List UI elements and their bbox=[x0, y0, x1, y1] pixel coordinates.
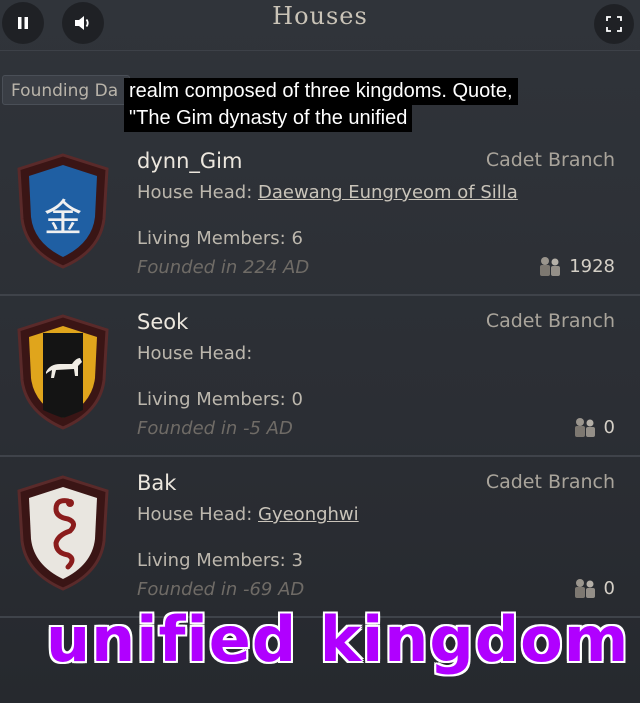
sort-dropdown[interactable]: Founding Da bbox=[2, 75, 130, 105]
living-members: Living Members: 3 bbox=[137, 550, 303, 571]
fullscreen-icon bbox=[606, 16, 622, 32]
living-members: Living Members: 0 bbox=[137, 389, 303, 410]
house-head-link[interactable]: Daewang Eungryeom of Silla bbox=[258, 182, 518, 203]
founded-date: Founded in -69 AD bbox=[137, 579, 305, 600]
caption-line-1: realm composed of three kingdoms. Quote, bbox=[124, 78, 518, 105]
house-name: Seok bbox=[137, 310, 189, 334]
house-row-gim[interactable]: 金 dynn_Gim Cadet Branch House Head: Daew… bbox=[0, 145, 640, 305]
founded-date: Founded in 224 AD bbox=[137, 257, 310, 278]
crest-gim-icon[interactable]: 金 bbox=[12, 151, 114, 271]
house-name: Bak bbox=[137, 471, 177, 495]
member-count-value: 1928 bbox=[569, 255, 615, 277]
member-count-value: 0 bbox=[603, 416, 615, 438]
house-head-label: House Head: bbox=[137, 504, 253, 525]
people-icon bbox=[574, 579, 595, 598]
row-divider bbox=[0, 455, 640, 457]
house-head: House Head: Daewang Eungryeom of Silla bbox=[137, 182, 518, 203]
member-count: 0 bbox=[572, 577, 615, 599]
video-caption: realm composed of three kingdoms. Quote,… bbox=[124, 78, 518, 132]
house-name: dynn_Gim bbox=[137, 149, 243, 173]
house-head-label: House Head: bbox=[137, 343, 253, 364]
branch-label: Cadet Branch bbox=[485, 471, 615, 493]
house-head: House Head: bbox=[137, 343, 252, 364]
living-members: Living Members: 6 bbox=[137, 228, 303, 249]
caption-line-2: "The Gim dynasty of the unified bbox=[124, 105, 413, 132]
house-row-seok[interactable]: Seok Cadet Branch House Head: Living Mem… bbox=[0, 306, 640, 466]
crest-bak-icon[interactable] bbox=[12, 473, 114, 593]
house-head-label: House Head: bbox=[137, 182, 253, 203]
people-icon bbox=[540, 257, 561, 276]
crest-seok-icon[interactable] bbox=[12, 312, 114, 432]
crest-glyph: 金 bbox=[44, 196, 82, 240]
member-count: 1928 bbox=[537, 255, 615, 277]
branch-label: Cadet Branch bbox=[485, 149, 615, 171]
member-count: 0 bbox=[572, 416, 615, 438]
title-divider bbox=[0, 50, 640, 51]
houses-window: Houses Founding Da realm composed of thr… bbox=[0, 0, 640, 703]
overlay-subtitle: unified kingdom bbox=[46, 603, 630, 676]
row-divider bbox=[0, 294, 640, 296]
member-count-value: 0 bbox=[603, 577, 615, 599]
founded-date: Founded in -5 AD bbox=[137, 418, 293, 439]
house-head: House Head: Gyeonghwi bbox=[137, 504, 359, 525]
page-title: Houses bbox=[272, 2, 368, 30]
branch-label: Cadet Branch bbox=[485, 310, 615, 332]
fullscreen-button[interactable] bbox=[594, 4, 634, 44]
house-head-link[interactable]: Gyeonghwi bbox=[258, 504, 359, 525]
people-icon bbox=[574, 418, 595, 437]
